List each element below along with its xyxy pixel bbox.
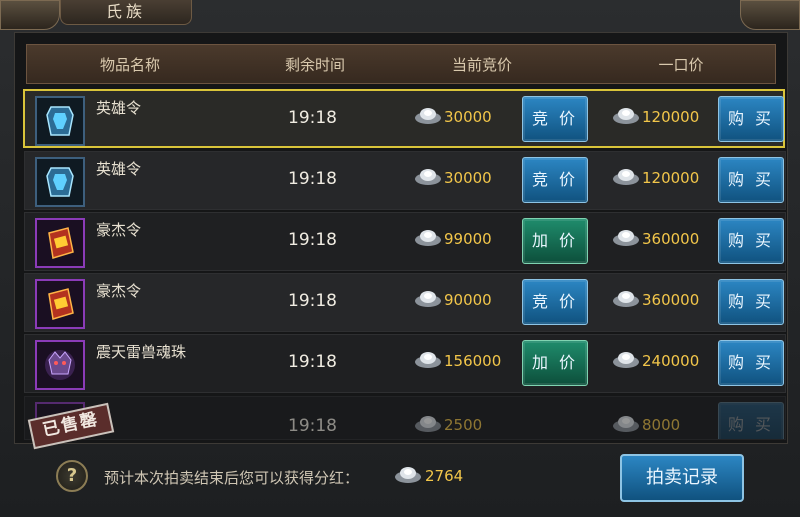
silver-ingot-icon bbox=[613, 291, 639, 307]
champion-token-icon bbox=[35, 279, 85, 329]
raise-bid-button[interactable]: 加 价 bbox=[522, 218, 588, 264]
remaining-time: 19:18 bbox=[288, 169, 337, 189]
current-bid-value: 99000 bbox=[444, 230, 492, 248]
remaining-time: 19:18 bbox=[288, 352, 337, 372]
champion-token-icon bbox=[35, 218, 85, 268]
remaining-time: 19:18 bbox=[288, 416, 337, 436]
auction-record-button[interactable]: 拍卖记录 bbox=[620, 454, 744, 502]
silver-ingot-icon bbox=[613, 416, 639, 432]
hero-token-icon bbox=[35, 157, 85, 207]
buyout-price-value: 360000 bbox=[642, 230, 700, 248]
table-header: 物品名称 剩余时间 当前竞价 一口价 bbox=[26, 44, 776, 84]
buy-button[interactable]: 购 买 bbox=[718, 340, 784, 386]
silver-ingot-icon bbox=[415, 416, 441, 432]
hero-token-icon bbox=[35, 96, 85, 146]
help-icon[interactable]: ? bbox=[56, 460, 88, 492]
buyout-price-value: 360000 bbox=[642, 291, 700, 309]
current-bid-value: 2500 bbox=[444, 416, 483, 434]
auction-row-sold: 19:18 2500 8000 购 买 bbox=[24, 396, 786, 440]
buy-button[interactable]: 购 买 bbox=[718, 279, 784, 325]
current-bid-value: 156000 bbox=[444, 352, 502, 370]
silver-ingot-icon bbox=[613, 230, 639, 246]
silver-ingot-icon bbox=[415, 169, 441, 185]
silver-ingot-icon bbox=[415, 230, 441, 246]
silver-ingot-icon bbox=[613, 169, 639, 185]
silver-ingot-icon bbox=[613, 108, 639, 124]
bid-button[interactable]: 竞 价 bbox=[522, 157, 588, 203]
raise-bid-button[interactable]: 加 价 bbox=[522, 340, 588, 386]
buy-button[interactable]: 购 买 bbox=[718, 96, 784, 142]
header-remaining-time: 剩余时间 bbox=[284, 56, 346, 74]
frame-corner-right bbox=[740, 0, 800, 30]
frame-corner-left bbox=[0, 0, 60, 30]
silver-ingot-icon bbox=[613, 352, 639, 368]
remaining-time: 19:18 bbox=[288, 291, 337, 311]
auction-row[interactable]: 震天雷兽魂珠 19:18 156000 加 价 240000 购 买 bbox=[24, 334, 786, 393]
buy-button: 购 买 bbox=[718, 402, 784, 439]
silver-ingot-icon bbox=[395, 467, 421, 483]
item-name: 英雄令 bbox=[96, 160, 142, 178]
beast-soul-orb-icon bbox=[35, 340, 85, 390]
buyout-price-value: 8000 bbox=[642, 416, 681, 434]
item-name: 英雄令 bbox=[96, 99, 142, 117]
buy-button[interactable]: 购 买 bbox=[718, 218, 784, 264]
bid-button[interactable]: 竞 价 bbox=[522, 96, 588, 142]
current-bid-value: 90000 bbox=[444, 291, 492, 309]
dividend-estimate-value: 2764 bbox=[425, 467, 464, 485]
buy-button[interactable]: 购 买 bbox=[718, 157, 784, 203]
current-bid-value: 30000 bbox=[444, 169, 492, 187]
item-name: 豪杰令 bbox=[96, 282, 142, 300]
item-name: 震天雷兽魂珠 bbox=[96, 343, 187, 361]
remaining-time: 19:18 bbox=[288, 230, 337, 250]
bid-button[interactable]: 竞 价 bbox=[522, 279, 588, 325]
header-buyout-price: 一口价 bbox=[658, 56, 704, 74]
remaining-time: 19:18 bbox=[288, 108, 337, 128]
buyout-price-value: 120000 bbox=[642, 169, 700, 187]
current-bid-value: 30000 bbox=[444, 108, 492, 126]
silver-ingot-icon bbox=[415, 352, 441, 368]
silver-ingot-icon bbox=[415, 108, 441, 124]
silver-ingot-icon bbox=[415, 291, 441, 307]
tab-clan[interactable]: 氏族 bbox=[60, 0, 192, 25]
dividend-estimate-label: 预计本次拍卖结束后您可以获得分红： bbox=[104, 469, 360, 487]
auction-row[interactable]: 英雄令 19:18 30000 竞 价 120000 购 买 bbox=[23, 89, 785, 148]
auction-row[interactable]: 英雄令 19:18 30000 竞 价 120000 购 买 bbox=[24, 151, 786, 210]
item-name: 豪杰令 bbox=[96, 221, 142, 239]
header-item-name: 物品名称 bbox=[99, 56, 161, 74]
auction-row[interactable]: 豪杰令 19:18 90000 竞 价 360000 购 买 bbox=[24, 273, 786, 332]
auction-row[interactable]: 豪杰令 19:18 99000 加 价 360000 购 买 bbox=[24, 212, 786, 271]
buyout-price-value: 240000 bbox=[642, 352, 700, 370]
buyout-price-value: 120000 bbox=[642, 108, 700, 126]
header-current-bid: 当前竞价 bbox=[451, 56, 513, 74]
